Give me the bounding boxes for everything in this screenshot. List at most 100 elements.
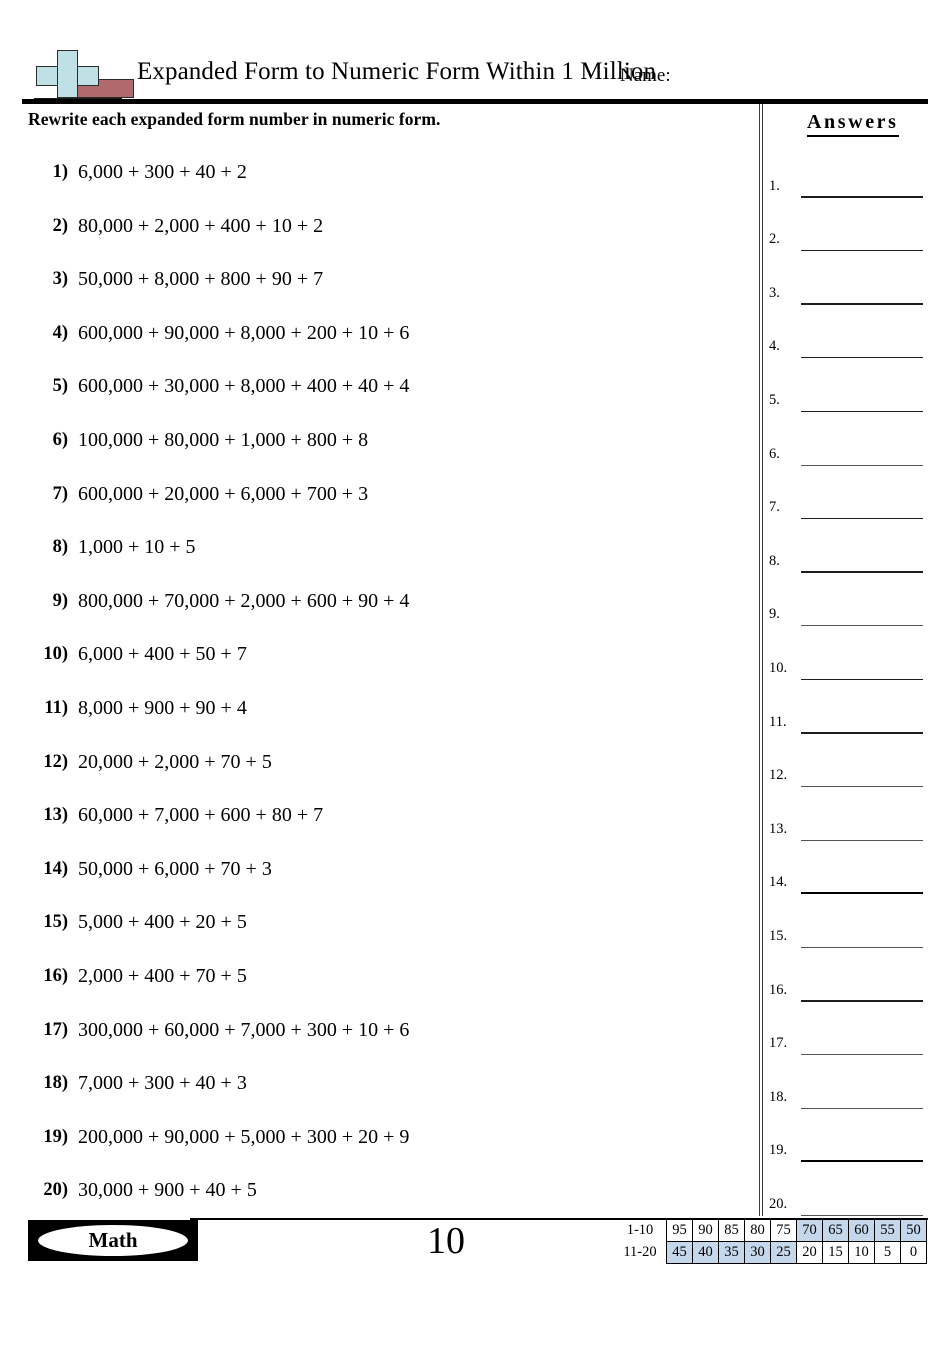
score-key-table: 1-10 95 90 85 80 75 70 65 60 55 50 11-20… bbox=[618, 1219, 927, 1264]
problem-number: 5) bbox=[52, 376, 68, 397]
problem-row: 6) 100,000 + 80,000 + 1,000 + 800 + 8 bbox=[24, 426, 744, 480]
answer-number: 18. bbox=[769, 1088, 788, 1105]
answer-blank-line[interactable] bbox=[801, 571, 923, 573]
answer-number: 5. bbox=[769, 391, 780, 408]
answer-blank-line[interactable] bbox=[801, 517, 923, 520]
answer-blank-line[interactable] bbox=[801, 839, 923, 841]
answer-blank-line[interactable] bbox=[801, 786, 923, 788]
problem-expression: 60,000 + 7,000 + 600 + 80 + 7 bbox=[78, 804, 324, 827]
answer-number: 4. bbox=[769, 338, 780, 355]
answer-blank-line[interactable] bbox=[801, 1159, 923, 1163]
answers-column: Answers 1. 2. 3. 4. 5. 6. 7. 8. 9. 10. 1… bbox=[763, 104, 950, 1216]
score-cell: 40 bbox=[692, 1241, 719, 1264]
answer-blank-line[interactable] bbox=[801, 196, 923, 198]
problem-number: 8) bbox=[52, 537, 68, 558]
answer-number: 8. bbox=[769, 552, 780, 569]
answer-row: 15. bbox=[763, 910, 950, 964]
answer-blank-line[interactable] bbox=[801, 1000, 923, 1002]
answer-blank-line[interactable] bbox=[801, 946, 923, 948]
answer-number: 13. bbox=[769, 820, 788, 837]
problem-number: 1) bbox=[52, 162, 68, 182]
problem-row: 17) 300,000 + 60,000 + 7,000 + 300 + 10 +… bbox=[24, 1016, 744, 1070]
answer-row: 14. bbox=[763, 857, 950, 911]
problem-expression: 6,000 + 400 + 50 + 7 bbox=[78, 643, 247, 666]
answer-number: 15. bbox=[769, 927, 788, 944]
score-cell: 35 bbox=[718, 1241, 745, 1264]
problem-row: 2) 80,000 + 2,000 + 400 + 10 + 2 bbox=[24, 212, 744, 266]
problem-number: 12) bbox=[43, 751, 68, 772]
problem-number: 16) bbox=[43, 965, 68, 986]
answer-blank-line[interactable] bbox=[801, 1214, 923, 1216]
answer-blank-line[interactable] bbox=[801, 410, 923, 412]
answer-number: 16. bbox=[769, 981, 788, 998]
score-cell: 45 bbox=[666, 1241, 693, 1264]
problem-expression: 7,000 + 300 + 40 + 3 bbox=[78, 1072, 247, 1095]
score-cell: 55 bbox=[874, 1219, 901, 1242]
problem-expression: 50,000 + 6,000 + 70 + 3 bbox=[78, 857, 272, 880]
problem-row: 11) 8,000 + 900 + 90 + 4 bbox=[24, 694, 744, 748]
problem-number: 9) bbox=[52, 590, 68, 611]
problem-row: 14) 50,000 + 6,000 + 70 + 3 bbox=[24, 855, 744, 909]
problem-number: 17) bbox=[43, 1019, 68, 1040]
answer-row: 13. bbox=[763, 803, 950, 857]
directions-text: Rewrite each expanded form number in num… bbox=[28, 109, 441, 129]
answer-blank-line[interactable] bbox=[801, 1107, 923, 1109]
answer-blank-line[interactable] bbox=[801, 732, 923, 734]
problem-number: 11) bbox=[44, 697, 68, 718]
score-row-label: 11-20 bbox=[618, 1241, 667, 1264]
problem-expression: 100,000 + 80,000 + 1,000 + 800 + 8 bbox=[78, 428, 369, 451]
problem-number: 13) bbox=[43, 805, 68, 826]
problem-row: 4) 600,000 + 90,000 + 8,000 + 200 + 10 + … bbox=[24, 319, 744, 373]
problem-expression: 300,000 + 60,000 + 7,000 + 300 + 10 + 6 bbox=[78, 1018, 410, 1041]
answer-number: 14. bbox=[769, 874, 788, 891]
answer-blank-line[interactable] bbox=[801, 303, 923, 305]
worksheet-page: Expanded Form to Numeric Form Within 1 M… bbox=[0, 0, 950, 1345]
answer-row: 7. bbox=[763, 482, 950, 536]
math-plus-minus-logo-icon bbox=[30, 48, 134, 104]
answer-number: 17. bbox=[769, 1035, 788, 1052]
problem-expression: 80,000 + 2,000 + 400 + 10 + 2 bbox=[78, 214, 324, 237]
problem-row: 12) 20,000 + 2,000 + 70 + 5 bbox=[24, 748, 744, 802]
problem-number: 3) bbox=[52, 269, 68, 290]
answer-number: 20. bbox=[769, 1195, 788, 1212]
answer-blank-line[interactable] bbox=[801, 1054, 923, 1056]
answer-number: 11. bbox=[769, 713, 787, 730]
page-number: 10 bbox=[427, 1220, 465, 1262]
problem-row: 10) 6,000 + 400 + 50 + 7 bbox=[24, 640, 744, 694]
answer-blank-line[interactable] bbox=[801, 625, 923, 627]
problem-number: 19) bbox=[43, 1126, 68, 1147]
answer-blank-line[interactable] bbox=[801, 249, 923, 252]
problem-row: 18) 7,000 + 300 + 40 + 3 bbox=[24, 1069, 744, 1123]
problem-row: 16) 2,000 + 400 + 70 + 5 bbox=[24, 962, 744, 1016]
problem-expression: 200,000 + 90,000 + 5,000 + 300 + 20 + 9 bbox=[78, 1125, 410, 1148]
answer-blank-line[interactable] bbox=[801, 464, 923, 466]
answer-number: 9. bbox=[769, 606, 780, 623]
answer-row: 10. bbox=[763, 642, 950, 696]
problem-number: 7) bbox=[52, 483, 68, 504]
problem-row: 15) 5,000 + 400 + 20 + 5 bbox=[24, 908, 744, 962]
page-title: Expanded Form to Numeric Form Within 1 M… bbox=[137, 58, 657, 85]
answer-row: 3. bbox=[763, 267, 950, 321]
answer-blank-line[interactable] bbox=[801, 356, 923, 359]
problem-row: 7) 600,000 + 20,000 + 6,000 + 700 + 3 bbox=[24, 480, 744, 534]
problem-number: 6) bbox=[52, 429, 68, 450]
problem-expression: 600,000 + 30,000 + 8,000 + 400 + 40 + 4 bbox=[78, 375, 410, 398]
score-cell: 75 bbox=[770, 1219, 797, 1242]
problem-row: 8) 1,000 + 10 + 5 bbox=[24, 533, 744, 587]
score-cell: 0 bbox=[900, 1241, 927, 1264]
answer-row: 19. bbox=[763, 1125, 950, 1179]
score-table: 1-10 95 90 85 80 75 70 65 60 55 50 11-20… bbox=[618, 1219, 927, 1264]
score-cell: 15 bbox=[822, 1241, 849, 1264]
problem-list: 1) 6,000 + 300 + 40 + 2 2) 80,000 + 2,000 … bbox=[24, 158, 744, 1230]
score-cell: 60 bbox=[848, 1219, 875, 1242]
problem-row: 1) 6,000 + 300 + 40 + 2 bbox=[24, 158, 744, 212]
answer-number: 12. bbox=[769, 767, 788, 784]
answer-row: 16. bbox=[763, 964, 950, 1018]
answer-blank-line[interactable] bbox=[801, 678, 923, 680]
answer-number: 2. bbox=[769, 231, 780, 248]
answer-number: 7. bbox=[769, 499, 780, 516]
score-cell: 95 bbox=[666, 1219, 693, 1242]
answer-row: 2. bbox=[763, 214, 950, 268]
answer-blank-line[interactable] bbox=[801, 891, 923, 895]
problem-number: 4) bbox=[52, 322, 68, 343]
